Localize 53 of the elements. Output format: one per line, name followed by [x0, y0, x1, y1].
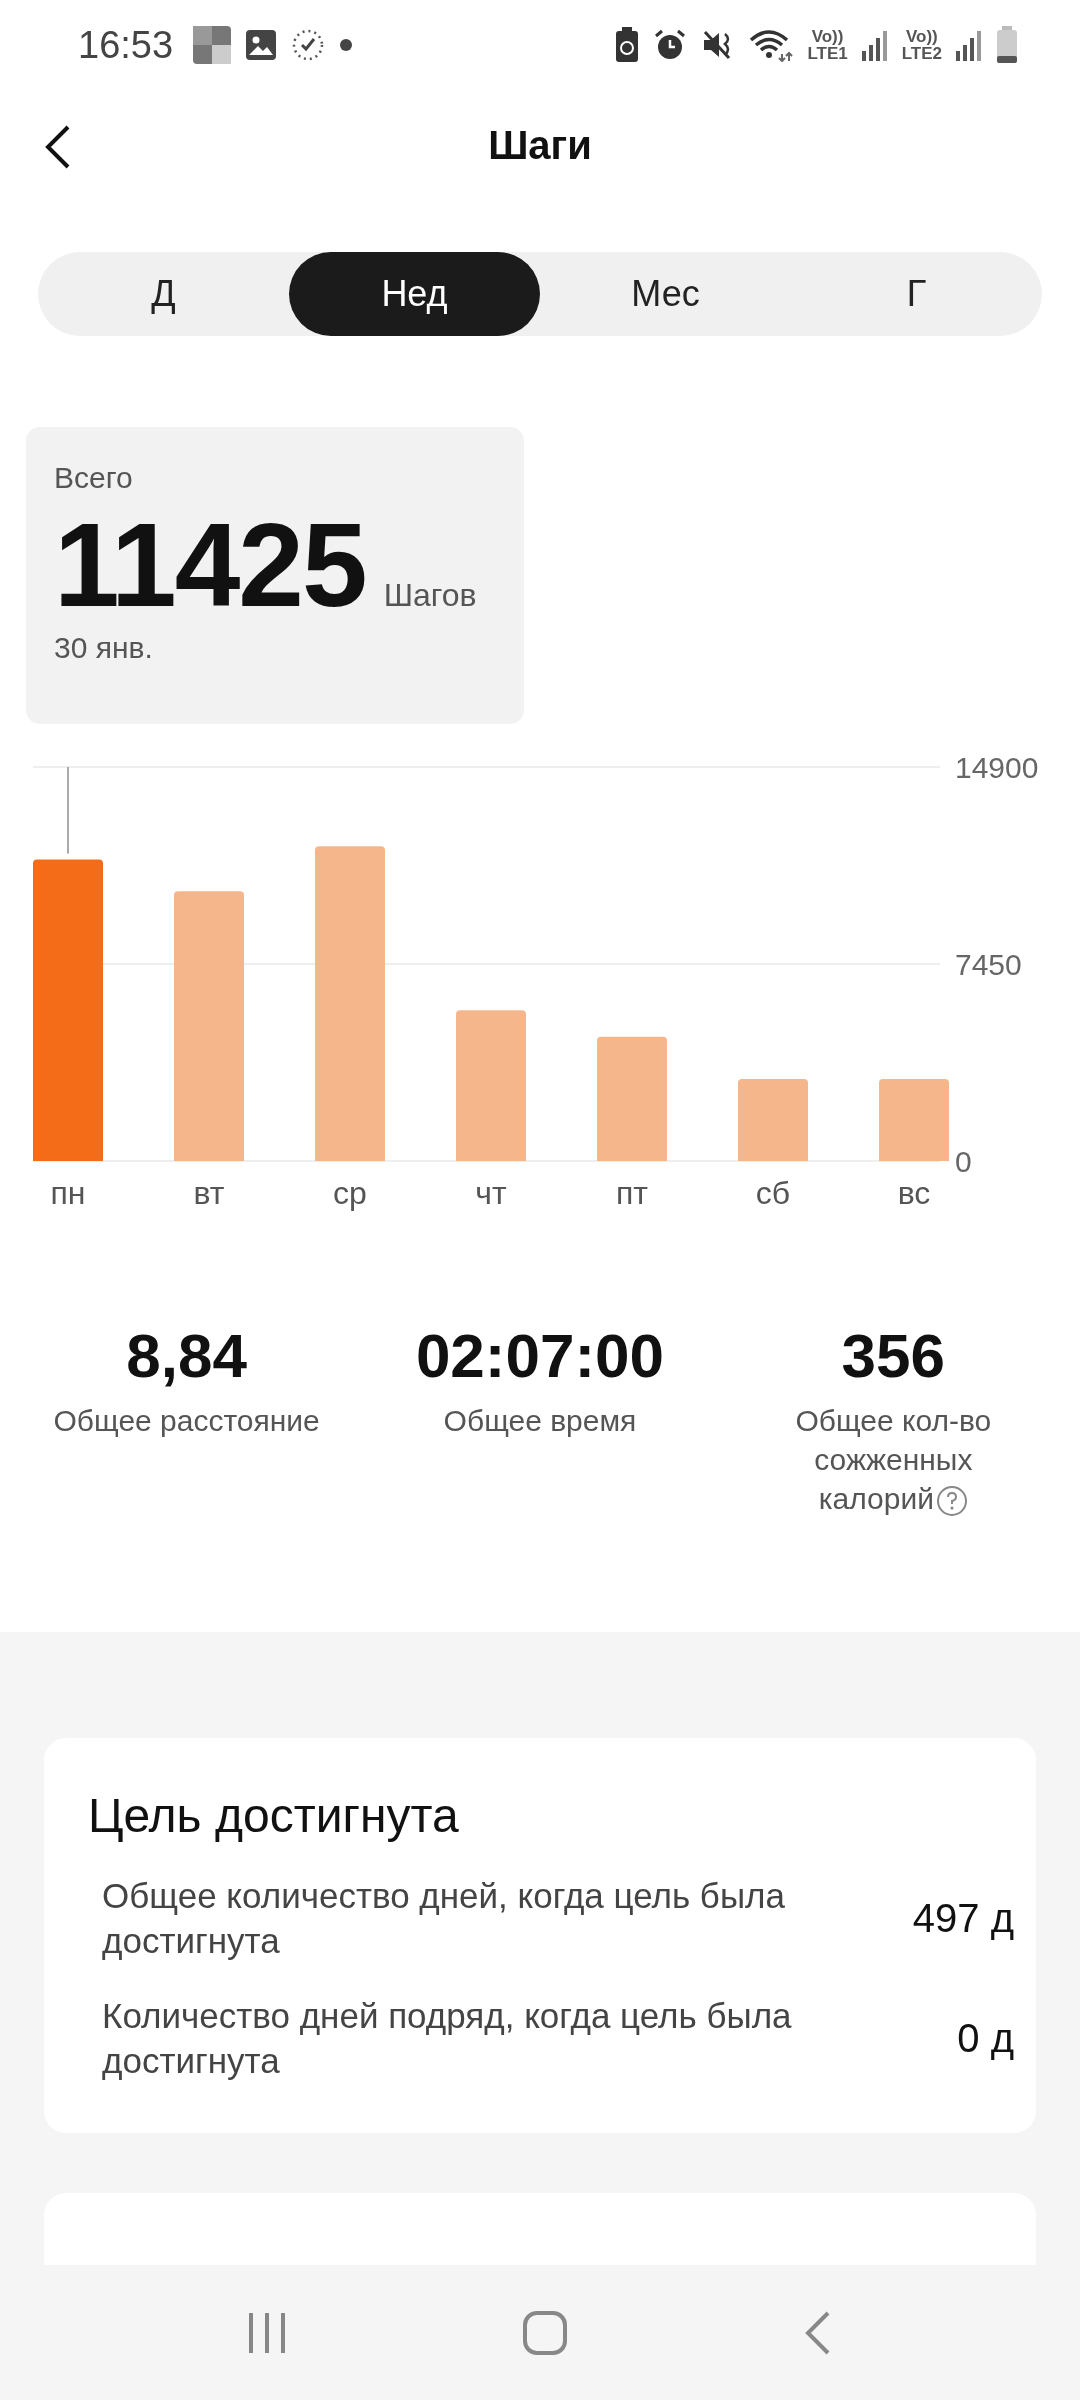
- home-icon[interactable]: [522, 2309, 568, 2356]
- axis-label: 7450: [955, 948, 1022, 981]
- page-title: Шаги: [488, 122, 592, 168]
- axis-label: вт: [193, 1175, 225, 1211]
- period-tab[interactable]: Г: [791, 252, 1042, 336]
- axis-label: 14900: [955, 751, 1039, 784]
- volte-indicator: Vo)) LTE1: [807, 28, 848, 62]
- axis-label: сб: [755, 1175, 791, 1211]
- axis-label: чт: [475, 1175, 507, 1211]
- clock-icon: [291, 28, 326, 62]
- stat-label: Общее расстояние: [53, 1403, 320, 1439]
- stat-value: 356: [841, 1320, 946, 1391]
- goal-label: Количество дней подряд, когда цель была достигнута: [102, 1995, 793, 2082]
- battery-saver-icon: [615, 27, 640, 63]
- period-tab[interactable]: Мес: [540, 252, 791, 336]
- bar[interactable]: [456, 1010, 526, 1161]
- recents-icon[interactable]: [247, 2310, 288, 2355]
- image-icon: [245, 29, 278, 61]
- bar[interactable]: [315, 846, 385, 1161]
- volte-indicator: Vo)) LTE2: [901, 28, 942, 62]
- step-unit: Шагов: [383, 577, 477, 614]
- stat-label: Общее кол-во сожженных калорий: [753, 1401, 1034, 1518]
- goal-value: 497 д: [912, 1895, 1014, 1941]
- card-title: Цель достигнута: [88, 1788, 460, 1843]
- alarm-icon: [653, 28, 688, 62]
- stat-label: Общее время: [443, 1403, 637, 1439]
- summary-caption: Всего: [54, 461, 134, 495]
- bar[interactable]: [33, 859, 103, 1161]
- axis-label: вс: [897, 1175, 931, 1211]
- battery-icon: [996, 26, 1018, 64]
- goal-label: Общее количество дней, когда цель была достигнута: [102, 1875, 786, 1962]
- summary-date: 30 янв.: [54, 631, 154, 665]
- axis-label: пн: [50, 1175, 86, 1211]
- help-icon[interactable]: [935, 1485, 968, 1518]
- stat-value: 8,84: [126, 1320, 247, 1391]
- app-icon: [193, 26, 232, 64]
- dot-icon: [339, 38, 354, 52]
- period-tab[interactable]: Нед: [289, 252, 540, 336]
- bar[interactable]: [879, 1079, 949, 1161]
- bar[interactable]: [738, 1079, 808, 1161]
- signal-icon: [861, 29, 888, 61]
- wifi-icon: [749, 28, 794, 62]
- axis-label: 0: [955, 1145, 972, 1178]
- bar[interactable]: [174, 891, 244, 1161]
- period-tab[interactable]: Д: [38, 252, 289, 336]
- axis-label: пт: [616, 1175, 648, 1211]
- stat-value: 02:07:00: [415, 1320, 665, 1391]
- bar[interactable]: [597, 1036, 667, 1161]
- step-total: 11425: [54, 505, 366, 625]
- signal-icon: [956, 29, 982, 61]
- status-time: 16:53: [78, 23, 174, 67]
- axis-label: ср: [333, 1175, 367, 1211]
- goal-value: 0 д: [957, 2015, 1014, 2061]
